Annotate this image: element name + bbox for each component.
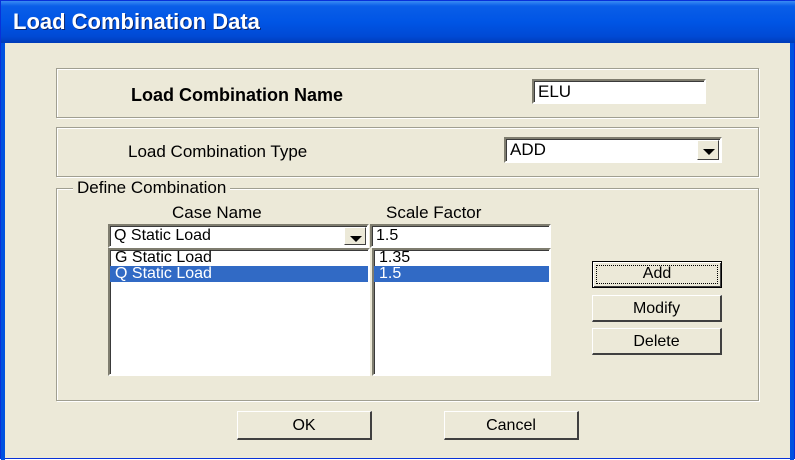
focus-indicator <box>596 265 718 284</box>
delete-button[interactable]: Delete <box>592 328 722 355</box>
case-name-header: Case Name <box>172 203 262 222</box>
combination-name-label: Load Combination Name <box>131 85 344 105</box>
scale-factor-input[interactable]: 1.5 <box>370 224 551 248</box>
case-name-list[interactable]: G Static Load Q Static Load <box>108 248 370 376</box>
define-combination-title: Define Combination <box>73 178 231 198</box>
modify-button[interactable]: Modify <box>592 295 722 322</box>
case-list-item[interactable]: Q Static Load <box>110 266 368 282</box>
combination-name-input[interactable]: ELU <box>532 79 706 104</box>
cancel-button-label: Cancel <box>486 417 536 434</box>
scale-factor-list[interactable]: 1.35 1.5 <box>372 248 551 376</box>
factor-list-item[interactable]: 1.5 <box>374 266 549 282</box>
case-name-dropdown[interactable]: Q Static Load <box>108 224 369 248</box>
scale-factor-header: Scale Factor <box>386 203 482 222</box>
cancel-button[interactable]: Cancel <box>444 411 579 440</box>
add-button[interactable]: Add <box>592 261 722 288</box>
modify-button-label: Modify <box>632 300 681 317</box>
window-frame-right <box>790 43 794 460</box>
delete-button-label: Delete <box>633 333 680 350</box>
load-combination-dialog: Load Combination Data Load Combination N… <box>0 0 795 460</box>
title-bar[interactable]: Load Combination Data <box>1 1 795 43</box>
ok-button[interactable]: OK <box>237 411 372 440</box>
combination-type-value: ADD <box>510 140 546 159</box>
window-title: Load Combination Data <box>13 9 260 34</box>
window-frame-left <box>1 43 5 460</box>
case-name-value: Q Static Load <box>114 227 211 244</box>
combination-type-label: Load Combination Type <box>128 142 308 161</box>
chevron-down-icon[interactable] <box>697 140 719 160</box>
factor-list-item[interactable]: 1.35 <box>374 250 549 266</box>
chevron-down-icon[interactable] <box>344 227 366 245</box>
combination-type-dropdown[interactable]: ADD <box>504 137 722 163</box>
ok-button-label: OK <box>292 417 316 434</box>
case-list-item[interactable]: G Static Load <box>110 250 368 266</box>
